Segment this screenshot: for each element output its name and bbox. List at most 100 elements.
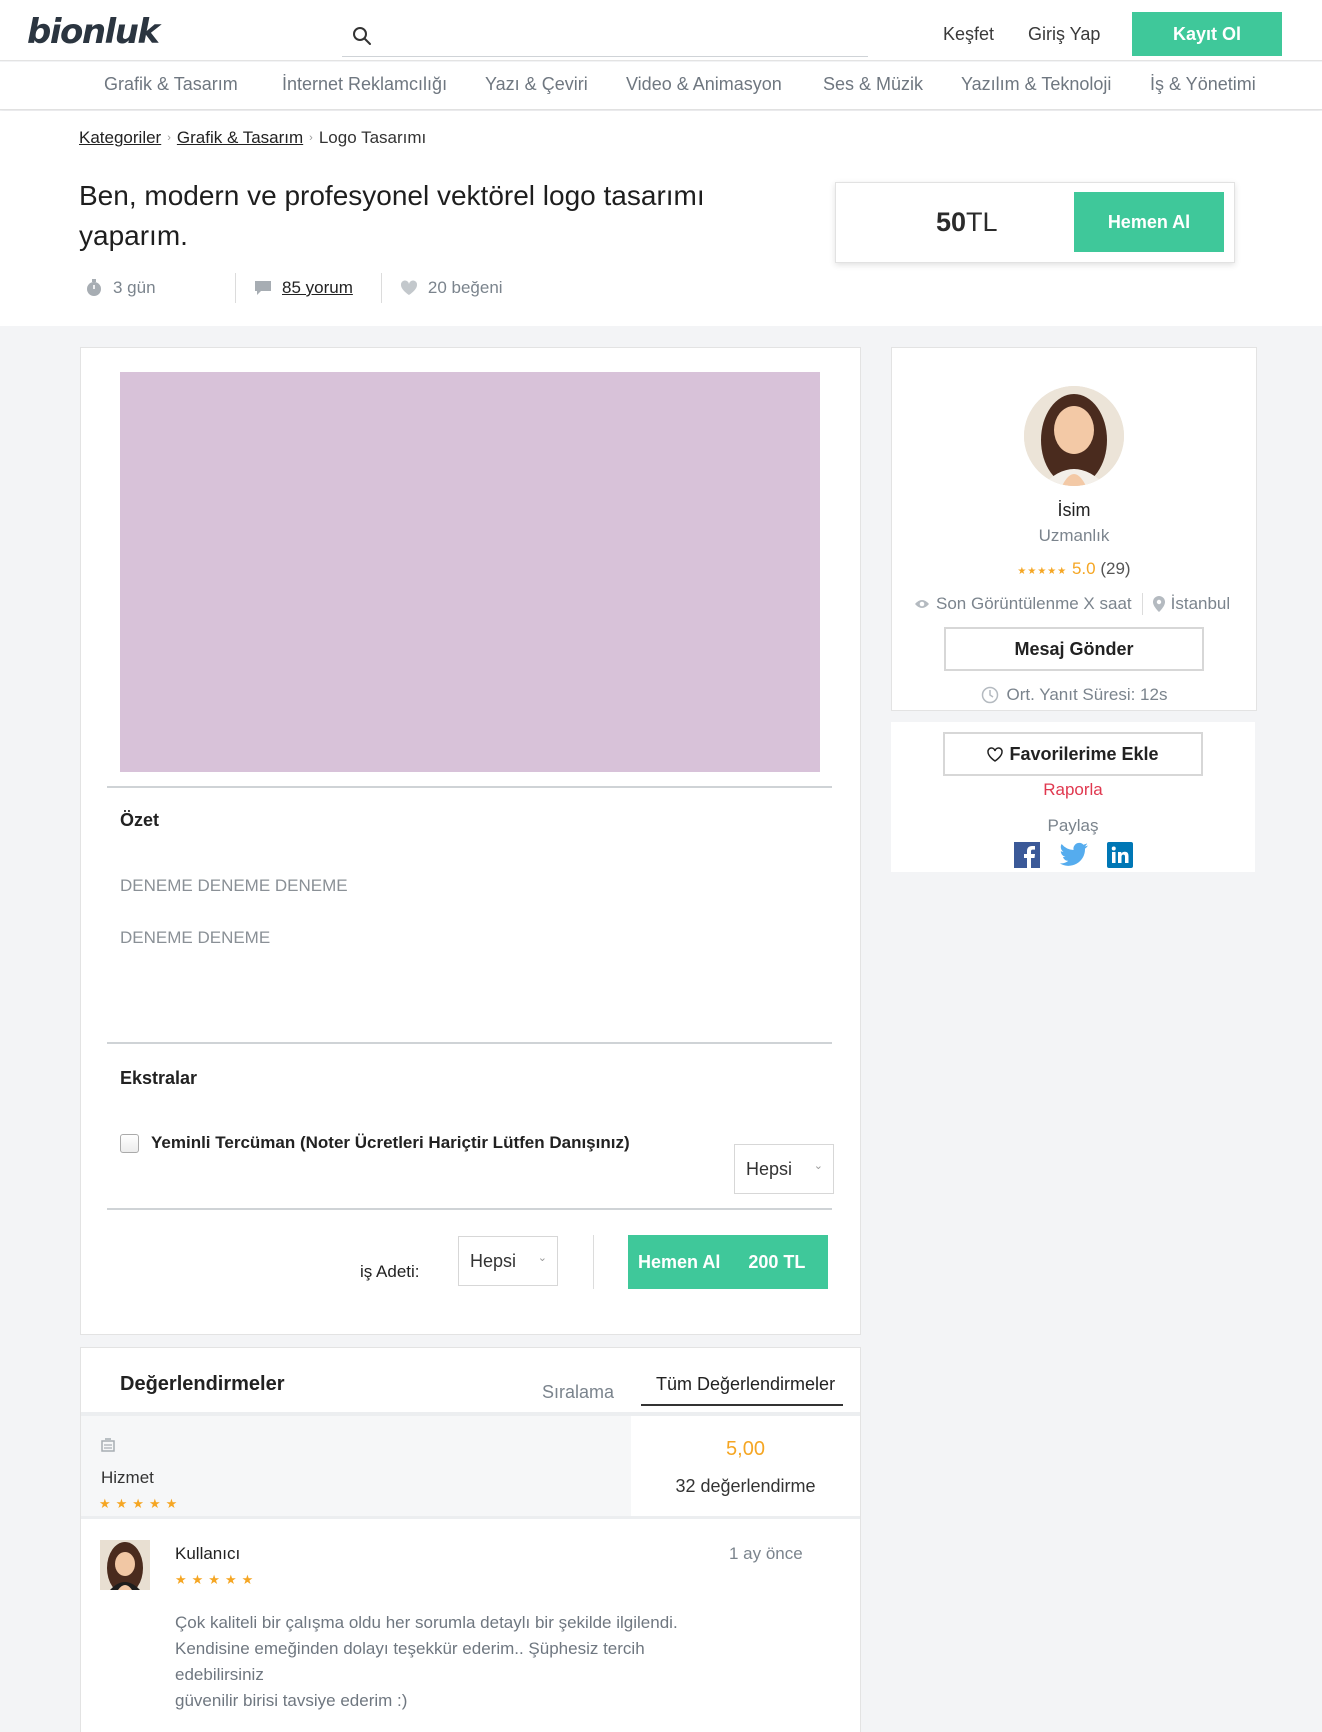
likes-text: 20 beğeni xyxy=(427,278,503,297)
quantity-select-value: Hepsi xyxy=(470,1250,517,1271)
rating-summary: 5,00 32 değerlendirme xyxy=(631,1416,860,1516)
gig-meta: 3 gün 85 yorum 20 beğeni xyxy=(85,272,531,304)
breadcrumb-separator: › xyxy=(309,132,313,144)
review-text-line: güvenilir birisi tavsiye ederim :) xyxy=(175,1691,408,1710)
buy-now-button[interactable]: Hemen Al xyxy=(1074,192,1224,252)
category-business-management[interactable]: İş & Yönetimi xyxy=(1150,74,1256,95)
category-video-animation[interactable]: Video & Animasyon xyxy=(626,74,782,95)
seller-meta: Son Görüntülenme X saat İstanbul xyxy=(914,593,1244,615)
top-navbar: bionluk Keşfet Giriş Yap Kayıt Ol xyxy=(0,0,1322,61)
response-time: Ort. Yanıt Süresi: 12s xyxy=(892,685,1256,705)
quantity-select[interactable]: Hepsi ⌄ xyxy=(458,1236,558,1286)
price: 50TL xyxy=(936,207,998,238)
extra-checkbox[interactable] xyxy=(120,1133,139,1153)
category-software-tech[interactable]: Yazılım & Teknoloji xyxy=(961,74,1111,95)
review-time: 1 ay önce xyxy=(729,1544,803,1563)
response-time-text: Ort. Yanıt Süresi: 12s xyxy=(1006,685,1168,704)
heart-icon xyxy=(987,746,1004,762)
meta-divider xyxy=(380,273,382,303)
summary-line-2: DENEME DENEME xyxy=(120,928,271,947)
meta-divider xyxy=(235,273,236,303)
service-label: Hizmet xyxy=(101,1468,154,1487)
twitter-icon[interactable] xyxy=(1059,842,1089,868)
explore-link[interactable]: Keşfet xyxy=(943,24,994,45)
breadcrumb-current: Logo Tasarımı xyxy=(318,128,427,147)
gig-actions-card: Favorilerime Ekle Raporla Paylaş xyxy=(891,722,1255,872)
sort-select[interactable]: Tüm Değerlendirmeler xyxy=(641,1370,843,1406)
sort-label: Sıralama xyxy=(542,1382,615,1402)
extra-option: Yeminli Tercüman (Noter Ücretleri Hariçt… xyxy=(120,1133,630,1153)
summary-title: Özet xyxy=(120,810,160,830)
like-count: 20 beğeni xyxy=(400,272,531,304)
category-internet-ads[interactable]: İnternet Reklamcılığı xyxy=(282,74,447,95)
divider xyxy=(107,1208,832,1210)
breadcrumb-separator: › xyxy=(167,132,171,144)
eye-icon xyxy=(915,600,929,608)
rating-count: 32 değerlendirme xyxy=(675,1476,816,1496)
order-buy-label: Hemen Al xyxy=(638,1251,721,1272)
stopwatch-icon xyxy=(87,279,101,296)
order-total: 200 TL xyxy=(748,1251,806,1272)
last-seen: Son Görüntülenme X saat xyxy=(936,594,1132,613)
price-currency: TL xyxy=(966,207,998,237)
extra-quantity-select[interactable]: Hepsi ⌄ xyxy=(734,1144,834,1194)
clock-icon xyxy=(981,686,998,704)
reviews-card: Değerlendirmeler Sıralama Tüm Değerlendi… xyxy=(80,1347,861,1732)
review-stars: ★★★★★ xyxy=(175,1572,259,1587)
seller-name[interactable]: İsim xyxy=(892,500,1256,521)
seller-avatar[interactable] xyxy=(1024,386,1124,486)
breadcrumb-categories[interactable]: Kategoriler xyxy=(79,128,161,148)
delivery-time-text: 3 gün xyxy=(113,278,156,297)
search-input[interactable] xyxy=(384,20,854,50)
linkedin-icon[interactable] xyxy=(1107,842,1133,868)
review-text-line: edebilirsiniz xyxy=(175,1665,264,1684)
chevron-down-icon: ⌄ xyxy=(537,1252,547,1264)
search-icon[interactable] xyxy=(352,26,372,46)
report-link[interactable]: Raporla xyxy=(891,780,1255,800)
delivery-time: 3 gün xyxy=(85,272,235,304)
category-sound-music[interactable]: Ses & Müzik xyxy=(823,74,923,95)
review-count: 85 yorum xyxy=(254,272,381,304)
add-favorite-label: Favorilerime Ekle xyxy=(1009,743,1159,764)
order-buy-button[interactable]: Hemen Al 200 TL xyxy=(628,1235,828,1289)
site-logo[interactable]: bionluk xyxy=(27,12,160,52)
search-bar xyxy=(342,14,868,57)
gig-title: Ben, modern ve profesyonel vektörel logo… xyxy=(79,180,705,251)
divider xyxy=(107,1042,832,1044)
price-box: 50TL Hemen Al xyxy=(835,182,1235,263)
comment-icon xyxy=(255,281,271,295)
summary-line-1: DENEME DENEME DENEME xyxy=(120,876,348,895)
seller-location: İstanbul xyxy=(1170,594,1231,613)
quantity-label: iş Adeti: xyxy=(360,1262,420,1281)
divider xyxy=(593,1235,594,1289)
review-text-line: Kendisine emeğinden dolayı teşekkür eder… xyxy=(175,1639,645,1658)
divider xyxy=(107,786,832,788)
breadcrumb: Kategoriler › Grafik & Tasarım › Logo Ta… xyxy=(79,128,426,148)
service-rating: Hizmet ★★★★★ xyxy=(81,1416,631,1516)
divider xyxy=(81,1516,860,1519)
service-stars: ★★★★★ xyxy=(99,1496,183,1511)
category-writing-translation[interactable]: Yazı & Çeviri xyxy=(485,74,588,95)
review-text-line: Çok kaliteli bir çalışma oldu her soruml… xyxy=(175,1613,678,1632)
category-nav: Grafik & Tasarım İnternet Reklamcılığı Y… xyxy=(0,62,1322,110)
seller-rating: ★★★★★ 5.0 (29) xyxy=(892,559,1256,579)
gig-image[interactable] xyxy=(120,372,820,772)
signup-button[interactable]: Kayıt Ol xyxy=(1132,12,1282,56)
category-graphic-design[interactable]: Grafik & Tasarım xyxy=(104,74,238,95)
average-rating: 5,00 xyxy=(726,1438,765,1460)
heart-icon[interactable] xyxy=(400,280,418,296)
breadcrumb-graphic-design[interactable]: Grafik & Tasarım xyxy=(177,128,303,148)
seller-specialty: Uzmanlık xyxy=(1038,526,1110,545)
reviews-link[interactable]: 85 yorum xyxy=(282,278,353,298)
seller-rating-count: (29) xyxy=(1100,559,1131,578)
chevron-down-icon: ⌄ xyxy=(813,1160,823,1172)
add-favorite-button[interactable]: Favorilerime Ekle xyxy=(943,732,1203,776)
login-link[interactable]: Giriş Yap xyxy=(1028,24,1100,45)
divider xyxy=(1141,593,1143,615)
seller-card: İsim Uzmanlık ★★★★★ 5.0 (29) Son Görüntü… xyxy=(891,347,1257,711)
reviews-title: Değerlendirmeler xyxy=(120,1373,285,1395)
facebook-icon[interactable] xyxy=(1014,842,1040,868)
review-text: Çok kaliteli bir çalışma oldu her soruml… xyxy=(175,1610,735,1714)
extra-select-value: Hepsi xyxy=(746,1158,793,1179)
send-message-button[interactable]: Mesaj Gönder xyxy=(944,627,1204,671)
